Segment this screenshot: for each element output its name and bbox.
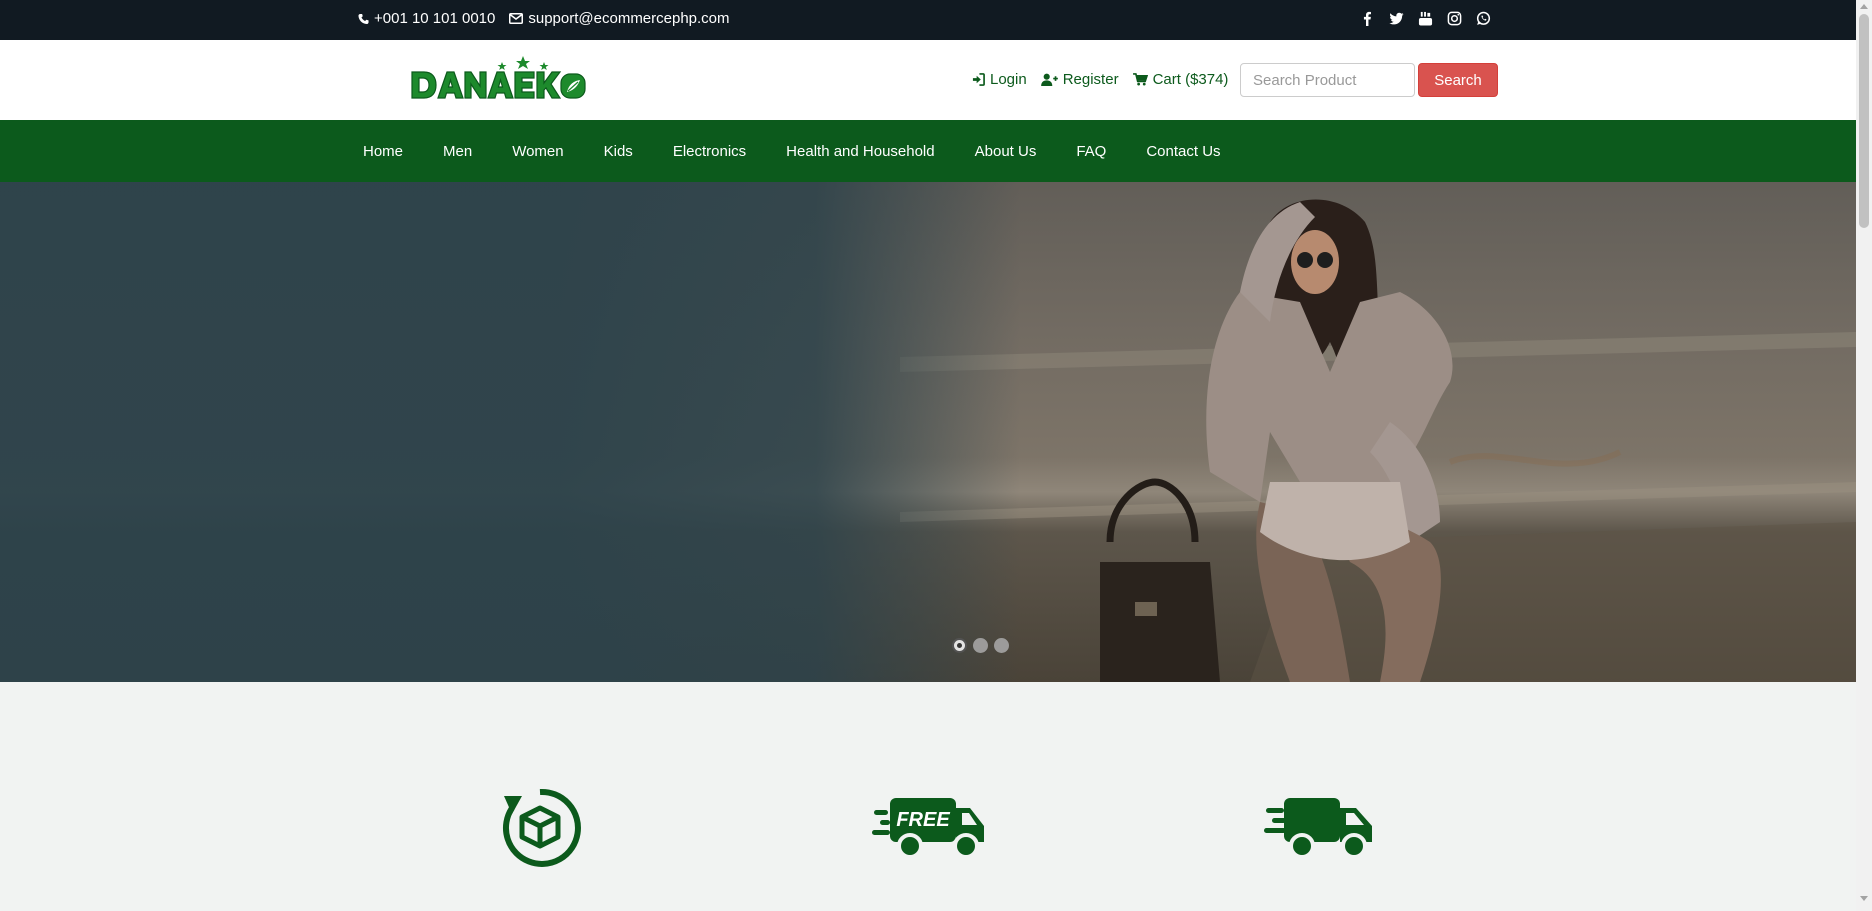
whatsapp-icon[interactable] — [1476, 11, 1491, 26]
nav-item-faq[interactable]: FAQ — [1056, 143, 1126, 160]
top-bar: +001 10 101 0010 support@ecommercephp.co… — [0, 0, 1856, 40]
nav-item-kids[interactable]: Kids — [584, 143, 653, 160]
account-links: Login Register Cart ($374) — [972, 71, 1228, 88]
phone-contact[interactable]: +001 10 101 0010 — [358, 10, 495, 27]
nav-item-home[interactable]: Home — [343, 143, 423, 160]
fast-delivery-truck-icon — [1264, 798, 1372, 859]
twitter-icon[interactable] — [1389, 11, 1404, 26]
email-address: support@ecommercephp.com — [528, 10, 730, 27]
scrollbar-thumb[interactable] — [1859, 14, 1869, 228]
phone-number: +001 10 101 0010 — [374, 10, 496, 27]
nav-item-about-us[interactable]: About Us — [955, 143, 1057, 160]
phone-icon — [358, 13, 369, 24]
instagram-icon[interactable] — [1447, 11, 1462, 26]
cart-link[interactable]: Cart ($374) — [1132, 71, 1229, 88]
register-label: Register — [1062, 71, 1119, 88]
main-navigation: Home Men Women Kids Electronics Health a… — [0, 120, 1856, 182]
scroll-down-arrow-icon[interactable] — [1860, 896, 1868, 901]
slider-dots — [952, 638, 1009, 653]
sign-in-icon — [972, 73, 985, 86]
email-contact[interactable]: support@ecommercephp.com — [509, 10, 730, 27]
site-logo[interactable] — [410, 54, 594, 106]
search-button[interactable]: Search — [1418, 63, 1498, 97]
nav-item-health-and-household[interactable]: Health and Household — [766, 143, 954, 160]
user-plus-icon — [1040, 73, 1058, 86]
facebook-icon[interactable] — [1360, 11, 1375, 26]
login-link[interactable]: Login — [972, 71, 1027, 88]
free-delivery-truck-icon: FREE — [872, 798, 984, 859]
social-links — [1360, 11, 1491, 26]
envelope-icon — [509, 13, 524, 24]
scroll-up-arrow-icon[interactable] — [1860, 4, 1868, 9]
youtube-icon[interactable] — [1418, 11, 1433, 26]
search-input[interactable] — [1240, 63, 1415, 97]
return-box-icon — [502, 788, 581, 867]
site-header: Login Register Cart ($374) Search — [0, 40, 1856, 120]
nav-item-electronics[interactable]: Electronics — [653, 143, 766, 160]
cart-label: Cart ($374) — [1152, 71, 1229, 88]
hero-slider[interactable] — [0, 182, 1856, 682]
slider-dot-3[interactable] — [994, 638, 1009, 653]
slider-dot-2[interactable] — [973, 638, 988, 653]
slider-dot-1[interactable] — [952, 638, 967, 653]
hero-model-figure — [1100, 199, 1453, 682]
page-scrollbar[interactable] — [1856, 0, 1872, 911]
contact-info: +001 10 101 0010 support@ecommercephp.co… — [358, 10, 730, 27]
login-label: Login — [990, 71, 1027, 88]
hero-overlay — [0, 182, 1020, 682]
nav-menu: Home Men Women Kids Electronics Health a… — [343, 120, 1241, 182]
nav-item-contact-us[interactable]: Contact Us — [1126, 143, 1240, 160]
features-section: FREE — [0, 682, 1856, 911]
free-label: FREE — [896, 809, 950, 831]
nav-item-men[interactable]: Men — [423, 143, 492, 160]
shopping-cart-icon — [1132, 73, 1148, 86]
register-link[interactable]: Register — [1040, 71, 1119, 88]
nav-item-women[interactable]: Women — [492, 143, 583, 160]
